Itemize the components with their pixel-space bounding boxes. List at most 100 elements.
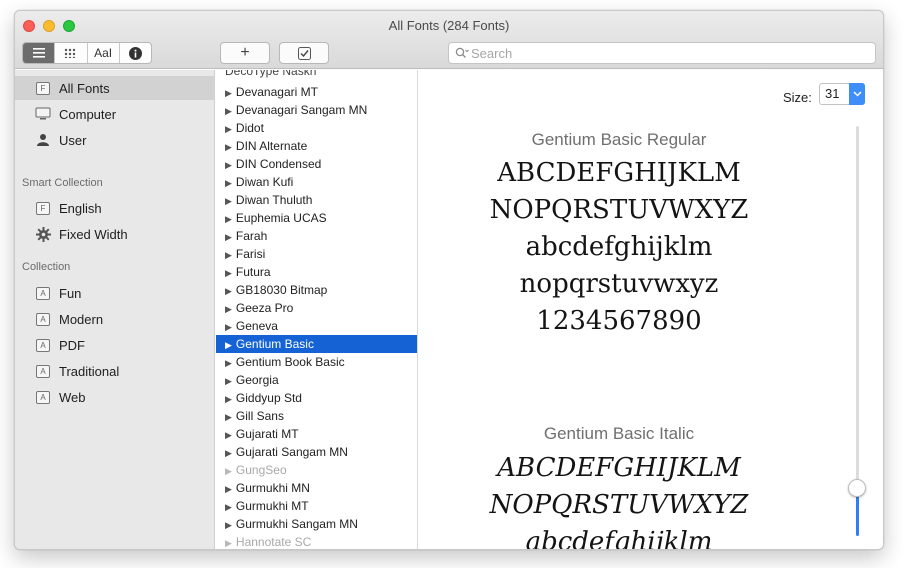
collection-icon: A: [35, 311, 51, 327]
font-list-item-label: Georgia: [235, 373, 279, 387]
validate-font-button[interactable]: [279, 42, 329, 64]
sidebar-item-traditional[interactable]: A Traditional: [15, 359, 215, 383]
disclosure-triangle-icon[interactable]: ▶: [225, 160, 232, 170]
font-list-item-label: Gurmukhi MT: [235, 499, 309, 513]
sidebar-item-web[interactable]: A Web: [15, 385, 215, 409]
font-list-item[interactable]: ▶ Geeza Pro: [216, 299, 417, 317]
font-list-item[interactable]: ▶ GungSeo: [216, 461, 417, 479]
disclosure-triangle-icon[interactable]: ▶: [225, 106, 232, 116]
font-list-item-label: Gurmukhi MN: [235, 481, 310, 495]
disclosure-triangle-icon[interactable]: ▶: [225, 430, 232, 440]
font-list-item[interactable]: ▶ Futura: [216, 263, 417, 281]
disclosure-triangle-icon[interactable]: ▶: [225, 520, 232, 530]
list-view-button[interactable]: [23, 43, 56, 63]
font-list-item[interactable]: ▶ GB18030 Bitmap: [216, 281, 417, 299]
sidebar-item-fun[interactable]: A Fun: [15, 281, 215, 305]
size-combo-box[interactable]: 31: [819, 83, 865, 105]
disclosure-triangle-icon[interactable]: ▶: [225, 124, 232, 134]
disclosure-triangle-icon[interactable]: ▶: [225, 142, 232, 152]
search-placeholder: Search: [471, 45, 513, 61]
font-list-item-label: GB18030 Bitmap: [235, 283, 328, 297]
sidebar-item-all-fonts[interactable]: F All Fonts: [15, 76, 215, 100]
font-list-item[interactable]: ▶ Gentium Basic: [216, 335, 417, 353]
font-list-item[interactable]: ▶ DIN Condensed: [216, 155, 417, 173]
size-dropdown-button[interactable]: [849, 83, 865, 105]
sidebar-item-english[interactable]: F English: [15, 196, 215, 220]
font-list-item-label: Diwan Kufi: [235, 175, 294, 189]
disclosure-triangle-icon[interactable]: ▶: [225, 502, 232, 512]
font-list-item-label: Hannotate SC: [235, 535, 312, 549]
add-button[interactable]: +: [220, 42, 270, 64]
font-list-item[interactable]: ▶ Gujarati MT: [216, 425, 417, 443]
sidebar-item-pdf[interactable]: A PDF: [15, 333, 215, 357]
grid-icon: [64, 48, 76, 58]
font-list-item[interactable]: ▶ Gujarati Sangam MN: [216, 443, 417, 461]
size-value: 31: [825, 86, 840, 101]
font-list-item[interactable]: ▶ Devanagari Sangam MN: [216, 101, 417, 119]
font-list-item[interactable]: ▶ Gill Sans: [216, 407, 417, 425]
sidebar-item-fixed-width[interactable]: Fixed Width: [15, 222, 215, 246]
preview-face-name: Gentium Basic Regular: [531, 130, 707, 149]
font-list-item[interactable]: ▶ Gurmukhi Sangam MN: [216, 515, 417, 533]
font-list-item-label: GungSeo: [235, 463, 287, 477]
disclosure-triangle-icon[interactable]: ▶: [225, 214, 232, 224]
font-list-item[interactable]: ▶ Hannotate SC: [216, 533, 417, 549]
sidebar-item-modern[interactable]: A Modern: [15, 307, 215, 331]
font-list-item-label: Gujarati Sangam MN: [235, 445, 348, 459]
disclosure-triangle-icon[interactable]: ▶: [225, 250, 232, 260]
font-list-item[interactable]: ▶ Devanagari MT: [216, 83, 417, 101]
disclosure-triangle-icon[interactable]: ▶: [225, 286, 232, 296]
sidebar-item-label: English: [59, 200, 102, 216]
disclosure-triangle-icon[interactable]: ▶: [225, 232, 232, 242]
disclosure-triangle-icon[interactable]: ▶: [225, 466, 232, 476]
disclosure-triangle-icon[interactable]: ▶: [225, 394, 232, 404]
sample-view-button[interactable]: AaI: [88, 43, 120, 63]
font-list-item-label: Giddyup Std: [235, 391, 302, 405]
font-list-item[interactable]: ▶ Georgia: [216, 371, 417, 389]
disclosure-triangle-icon[interactable]: ▶: [225, 304, 232, 314]
computer-icon: [35, 106, 51, 122]
font-list-item[interactable]: ▶ DIN Alternate: [216, 137, 417, 155]
sidebar-item-user[interactable]: User: [15, 128, 215, 152]
disclosure-triangle-icon[interactable]: ▶: [225, 484, 232, 494]
disclosure-triangle-icon[interactable]: ▶: [225, 340, 232, 350]
font-list-item[interactable]: ▶ Gentium Book Basic: [216, 353, 417, 371]
disclosure-triangle-icon[interactable]: ▶: [225, 178, 232, 188]
font-list-item[interactable]: ▶ Diwan Thuluth: [216, 191, 417, 209]
preview-sample-line: NOPQRSTUVWXYZ: [489, 490, 749, 520]
disclosure-triangle-icon[interactable]: ▶: [225, 322, 232, 332]
disclosure-triangle-icon[interactable]: ▶: [225, 376, 232, 386]
font-list-item[interactable]: ▶ Farah: [216, 227, 417, 245]
font-list-item[interactable]: ▶ Diwan Kufi: [216, 173, 417, 191]
font-list-item[interactable]: ▶ Gurmukhi MN: [216, 479, 417, 497]
font-list-item[interactable]: ▶ Farisi: [216, 245, 417, 263]
font-list-item-label: Farisi: [235, 247, 266, 261]
font-list-item[interactable]: ▶ Geneva: [216, 317, 417, 335]
font-family-list[interactable]: DecoType Naskh ▶ Devanagari MT ▶ Devanagari…: [216, 70, 418, 549]
font-preview-pane: Size: 31 Gentium Basic Regular ABCDEFGHI…: [419, 70, 883, 549]
sidebar-item-label: Computer: [59, 106, 117, 122]
search-field[interactable]: Search: [448, 42, 876, 64]
preview-sample-line: NOPQRSTUVWXYZ: [489, 195, 749, 225]
disclosure-triangle-icon[interactable]: ▶: [225, 88, 232, 98]
font-list-item[interactable]: ▶ Euphemia UCAS: [216, 209, 417, 227]
collection-icon: A: [35, 337, 51, 353]
font-list-item[interactable]: ▶ Didot: [216, 119, 417, 137]
sidebar-item-computer[interactable]: Computer: [15, 102, 215, 126]
preview-sample-line: 1234567890: [536, 306, 702, 336]
info-view-button[interactable]: [120, 43, 151, 63]
font-list-item-label: Geneva: [235, 319, 278, 333]
sidebar-item-label: Fun: [59, 285, 82, 301]
font-list-item[interactable]: ▶ Gurmukhi MT: [216, 497, 417, 515]
grid-view-button[interactable]: [55, 43, 88, 63]
disclosure-triangle-icon[interactable]: ▶: [225, 358, 232, 368]
font-list-item[interactable]: ▶ Giddyup Std: [216, 389, 417, 407]
disclosure-triangle-icon[interactable]: ▶: [225, 448, 232, 458]
size-slider-knob[interactable]: [848, 479, 866, 497]
disclosure-triangle-icon[interactable]: ▶: [225, 196, 232, 206]
size-slider-track[interactable]: [856, 126, 859, 526]
disclosure-triangle-icon[interactable]: ▶: [225, 412, 232, 422]
window-title: All Fonts (284 Fonts): [388, 18, 510, 33]
disclosure-triangle-icon[interactable]: ▶: [225, 538, 232, 548]
disclosure-triangle-icon[interactable]: ▶: [225, 268, 232, 278]
